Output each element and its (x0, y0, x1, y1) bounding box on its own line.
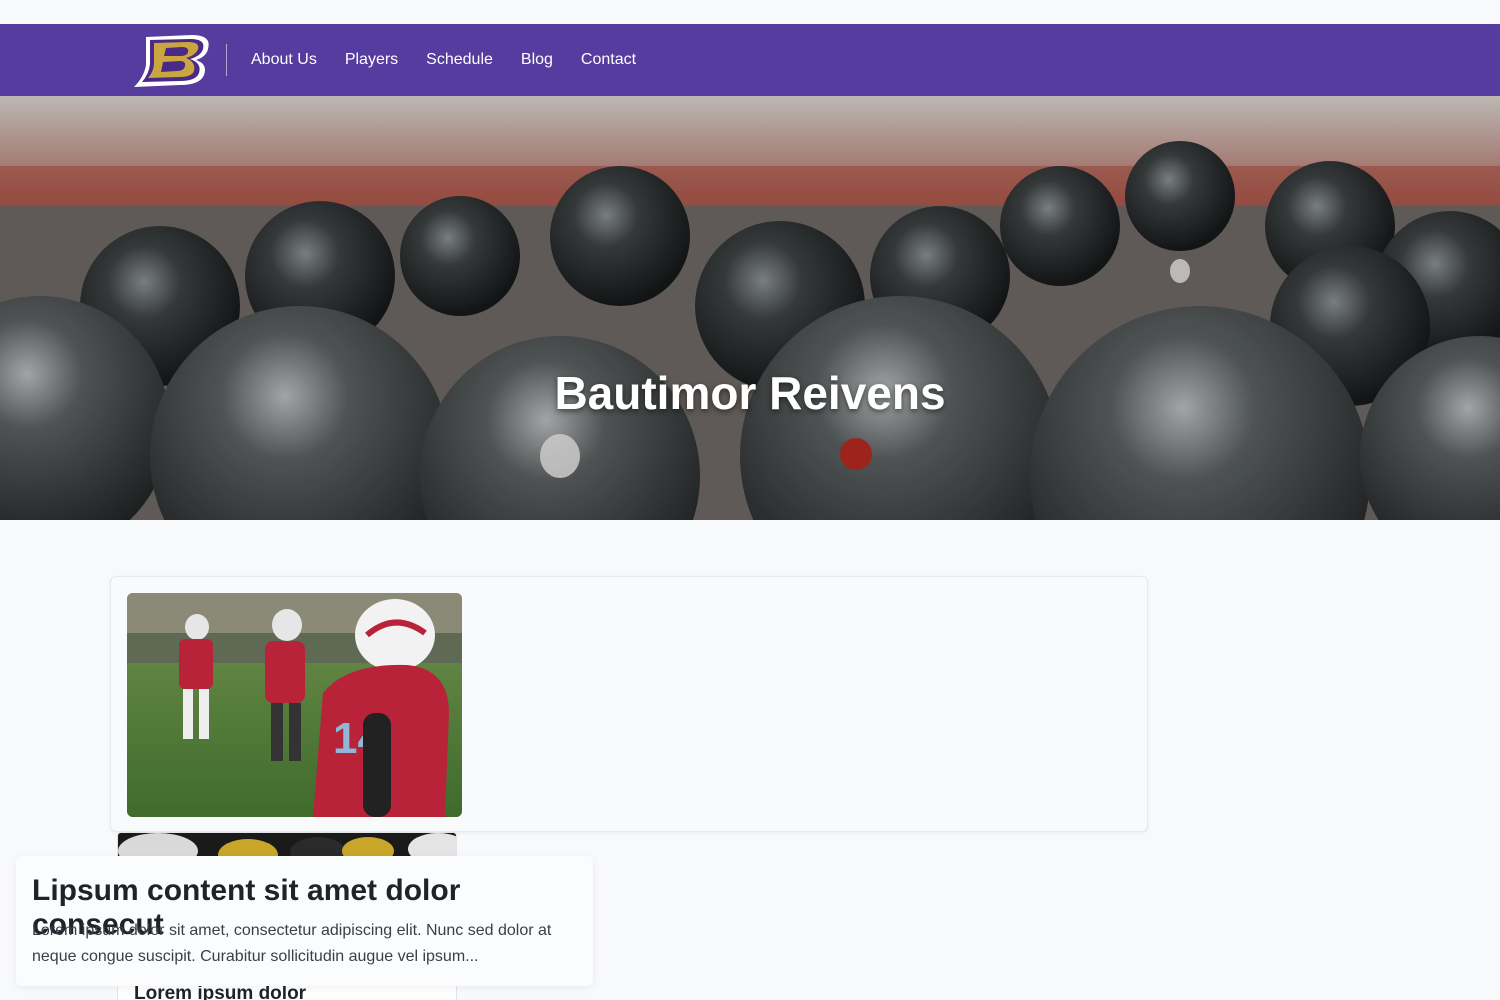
hero-helmets-image (0, 96, 1500, 520)
nav-link-contact[interactable]: Contact (581, 51, 636, 69)
nav-link-schedule[interactable]: Schedule (426, 51, 493, 69)
hero-title: Bautimor Reivens (554, 367, 946, 419)
featured-post-image[interactable]: 14 (127, 593, 462, 817)
nav-link-blog[interactable]: Blog (521, 51, 553, 69)
logo-b-icon (134, 35, 209, 87)
nav-link-about-us[interactable]: About Us (251, 51, 317, 69)
nav-link-players[interactable]: Players (345, 51, 398, 69)
post-summary-excerpt: Lorem ipsum dolor sit amet, consectetur … (32, 922, 552, 965)
football-player-photo: 14 (127, 593, 462, 817)
top-strip (0, 0, 1500, 24)
navbar: About Us Players Schedule Blog Contact (0, 24, 1500, 96)
nav-divider (226, 44, 227, 76)
featured-post-card[interactable]: 14 (110, 576, 1148, 832)
team-logo[interactable] (128, 31, 212, 89)
main-nav: About Us Players Schedule Blog Contact (251, 24, 664, 96)
hero-banner: Bautimor Reivens (0, 96, 1500, 520)
post-summary-card[interactable]: Lipsum content sit amet dolor consecut L… (16, 856, 593, 986)
